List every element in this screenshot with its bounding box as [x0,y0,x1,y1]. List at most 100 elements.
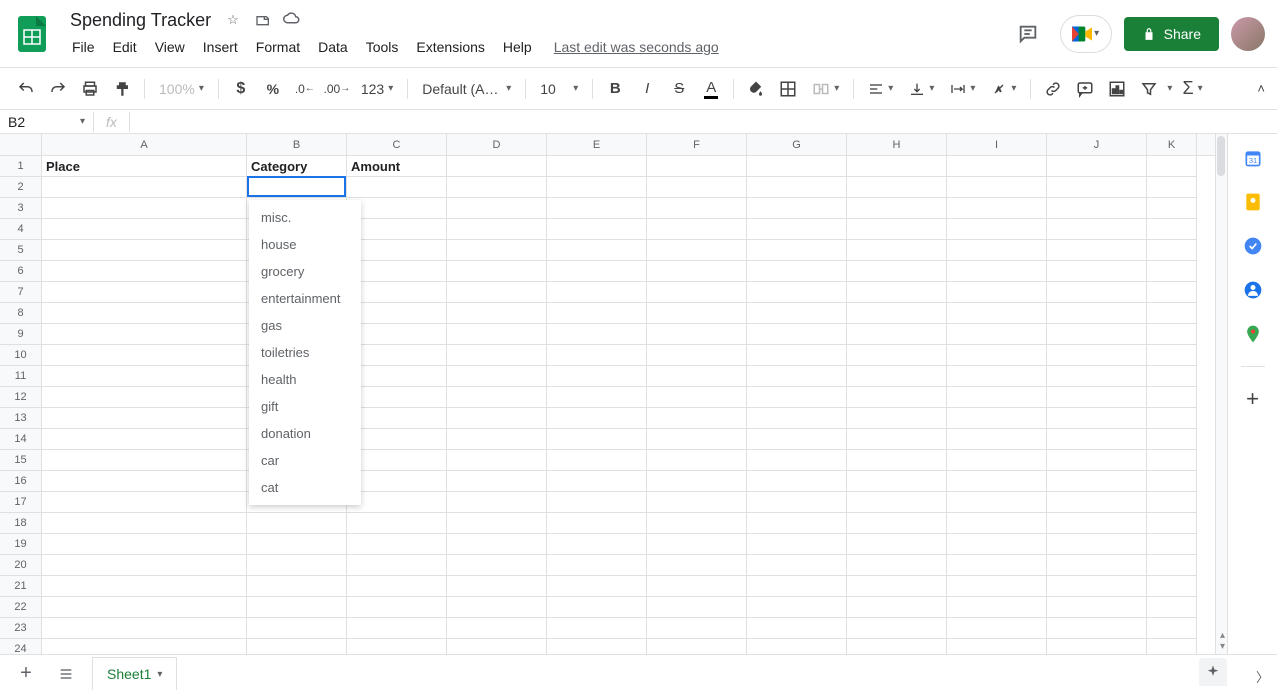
cell[interactable] [1047,156,1147,177]
all-sheets-button[interactable] [52,660,80,688]
dropdown-item[interactable]: donation [249,420,361,447]
cell[interactable] [947,450,1047,471]
zoom-dropdown[interactable]: 100%▾ [153,77,210,101]
cell[interactable] [42,261,247,282]
cell[interactable] [947,408,1047,429]
cell[interactable] [547,387,647,408]
dropdown-item[interactable]: gift [249,393,361,420]
cell[interactable] [1147,345,1197,366]
row-header[interactable]: 23 [0,618,41,639]
cell[interactable] [1047,240,1147,261]
row-header[interactable]: 8 [0,303,41,324]
cell[interactable] [947,555,1047,576]
row-header[interactable]: 18 [0,513,41,534]
cell[interactable] [1047,513,1147,534]
row-header[interactable]: 7 [0,282,41,303]
keep-icon[interactable] [1241,190,1265,214]
cell[interactable] [847,597,947,618]
cell[interactable] [547,366,647,387]
account-avatar[interactable] [1231,17,1265,51]
cell[interactable] [847,618,947,639]
rotate-dropdown[interactable]: A▾ [985,77,1022,101]
menu-tools[interactable]: Tools [358,35,407,59]
redo-icon[interactable] [44,75,72,103]
cell[interactable] [747,366,847,387]
cell[interactable] [42,408,247,429]
cell[interactable] [1047,471,1147,492]
cell[interactable] [747,513,847,534]
cell[interactable] [847,534,947,555]
cell[interactable] [647,240,747,261]
cell[interactable] [647,156,747,177]
side-panel-toggle-icon[interactable]: 〉 [1256,667,1269,686]
cell[interactable] [42,534,247,555]
cell[interactable] [547,597,647,618]
cell[interactable] [647,639,747,654]
cell[interactable] [947,471,1047,492]
dropdown-item[interactable]: entertainment [249,285,361,312]
cell[interactable] [847,576,947,597]
wrap-dropdown[interactable]: ▾ [944,77,981,101]
cell[interactable] [447,282,547,303]
cell[interactable] [947,303,1047,324]
cell[interactable] [947,345,1047,366]
cell[interactable] [647,576,747,597]
cell[interactable] [1147,282,1197,303]
paint-format-icon[interactable] [108,75,136,103]
cell[interactable] [647,408,747,429]
cell[interactable] [1047,408,1147,429]
cell[interactable] [847,408,947,429]
row-header[interactable]: 9 [0,324,41,345]
cell[interactable] [1147,366,1197,387]
cell[interactable] [847,387,947,408]
cell[interactable] [447,534,547,555]
undo-icon[interactable] [12,75,40,103]
cell[interactable] [847,345,947,366]
cell[interactable] [747,240,847,261]
cell[interactable] [347,345,447,366]
cell[interactable] [1047,492,1147,513]
cell[interactable] [947,198,1047,219]
cell[interactable] [347,282,447,303]
col-header-g[interactable]: G [747,134,847,155]
cell[interactable] [747,156,847,177]
cell[interactable] [42,492,247,513]
cell[interactable] [447,177,547,198]
cell[interactable] [947,219,1047,240]
cell[interactable] [747,198,847,219]
cell[interactable] [647,219,747,240]
cell[interactable] [847,450,947,471]
cell[interactable] [547,303,647,324]
scroll-up-icon[interactable]: ▴ [1220,630,1225,641]
sheets-logo[interactable] [12,14,52,54]
row-header[interactable]: 13 [0,408,41,429]
cell[interactable] [447,240,547,261]
cell[interactable] [1147,471,1197,492]
row-header[interactable]: 2 [0,177,41,198]
cell[interactable]: Amount [347,156,447,177]
cell[interactable] [347,555,447,576]
text-color-icon[interactable]: A [697,75,725,103]
cell[interactable] [847,324,947,345]
select-all-corner[interactable] [0,134,42,155]
cell[interactable] [447,303,547,324]
cell[interactable] [547,219,647,240]
menu-extensions[interactable]: Extensions [408,35,492,59]
cell[interactable] [947,513,1047,534]
cell[interactable] [347,429,447,450]
cell[interactable] [847,198,947,219]
cell[interactable] [747,492,847,513]
cell[interactable] [1047,219,1147,240]
cell[interactable] [647,618,747,639]
cell[interactable] [1147,597,1197,618]
cell[interactable] [847,240,947,261]
cell[interactable] [447,324,547,345]
cell[interactable] [347,597,447,618]
vertical-scrollbar[interactable]: ▴▾ [1215,134,1227,654]
cell[interactable] [1147,534,1197,555]
col-header-d[interactable]: D [447,134,547,155]
row-header[interactable]: 4 [0,219,41,240]
cell[interactable] [847,261,947,282]
cell[interactable] [447,156,547,177]
contacts-icon[interactable] [1241,278,1265,302]
